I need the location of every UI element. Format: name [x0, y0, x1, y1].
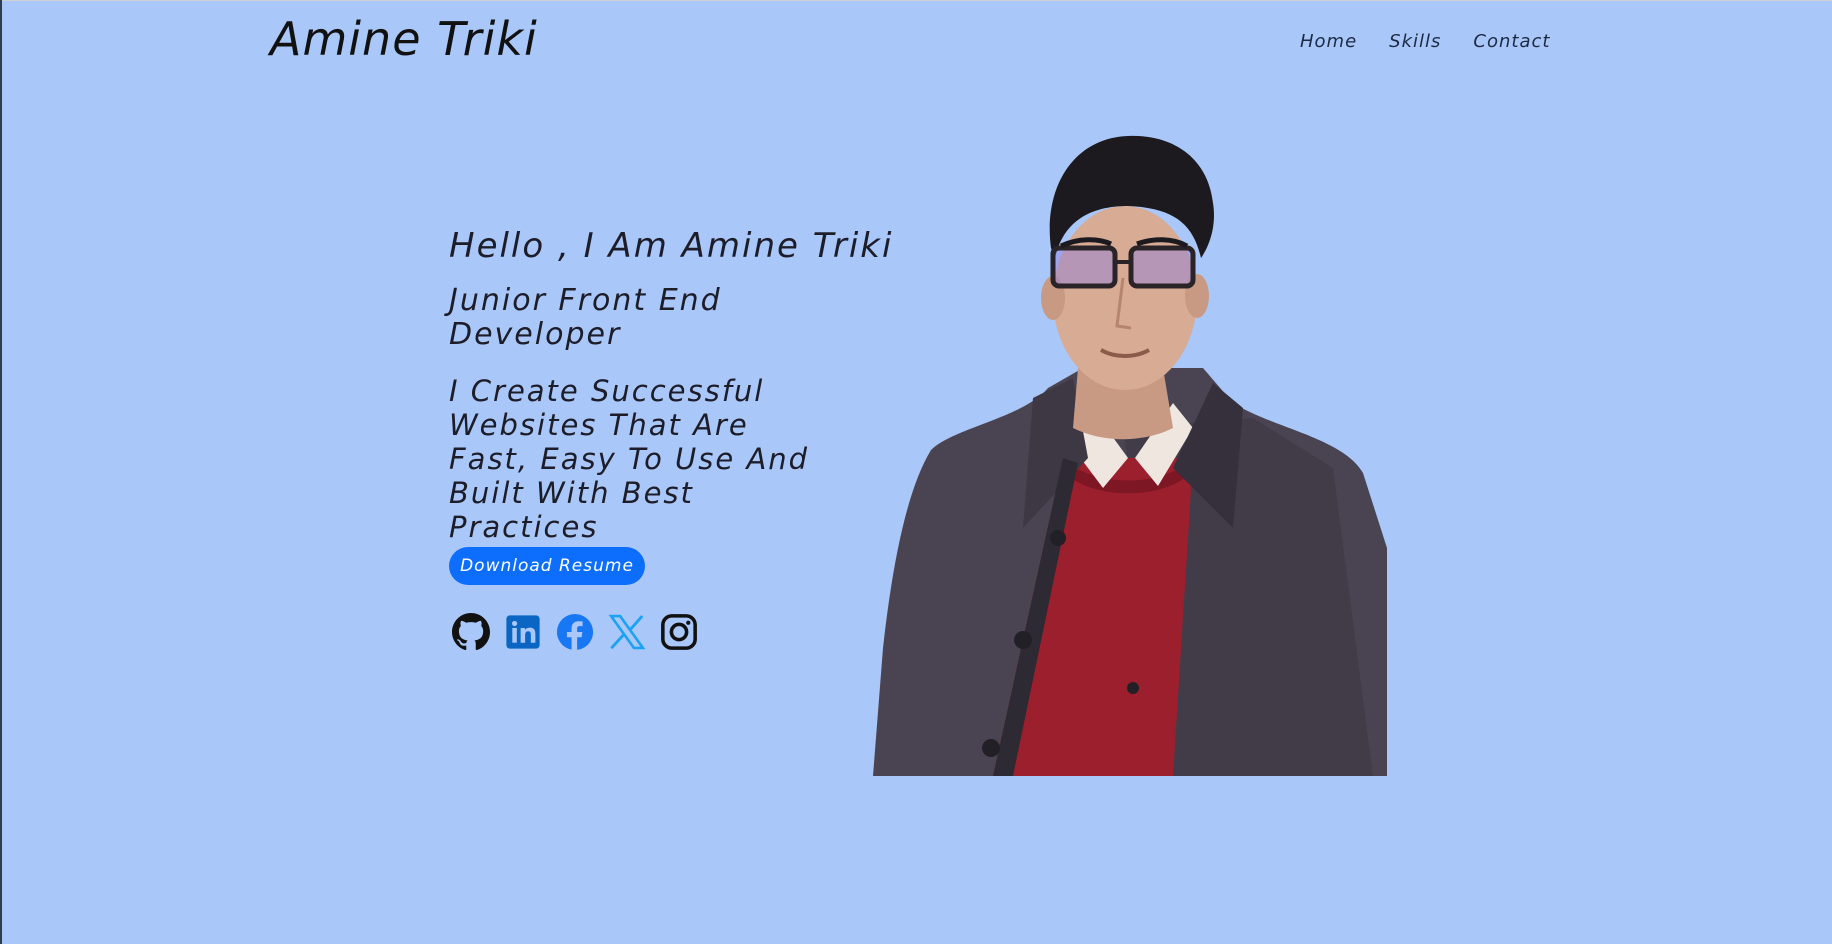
github-link[interactable] [452, 613, 490, 653]
download-resume-button[interactable]: Download Resume [449, 547, 645, 585]
facebook-icon [556, 613, 594, 651]
hero-role: Junior Front End Developer [449, 283, 722, 352]
brand-logo-text[interactable]: Amine Triki [270, 12, 538, 66]
hero-greeting: Hello , I Am Amine Triki [449, 226, 894, 266]
profile-photo [873, 128, 1387, 776]
x-twitter-icon [608, 614, 646, 650]
nav-contact-link[interactable]: Contact [1473, 30, 1550, 54]
linkedin-icon [506, 615, 540, 649]
main-nav: Home Skills Contact [1300, 30, 1550, 54]
hero-pitch: I Create Successful Websites That Are Fa… [449, 374, 810, 544]
nav-skills-link[interactable]: Skills [1389, 30, 1441, 54]
nav-home-link[interactable]: Home [1300, 30, 1357, 54]
x-twitter-link[interactable] [608, 613, 646, 653]
window-left-border [0, 0, 2, 944]
hero-text-block: Hello , I Am Amine Triki Junior Front En… [449, 224, 894, 544]
instagram-icon [661, 614, 697, 650]
facebook-link[interactable] [556, 613, 594, 653]
window-top-border [0, 0, 1832, 1]
github-icon [452, 613, 490, 651]
social-links [452, 613, 698, 653]
instagram-link[interactable] [660, 613, 698, 653]
linkedin-link[interactable] [504, 613, 542, 653]
